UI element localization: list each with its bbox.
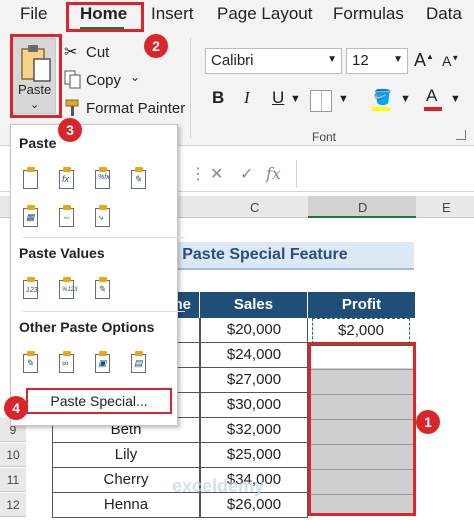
table-row-sales[interactable]: $32,000: [200, 418, 308, 443]
tab-formulas[interactable]: Formulas: [333, 4, 404, 24]
fill-color-button[interactable]: 🪣: [370, 88, 392, 112]
column-header-e[interactable]: E: [442, 200, 451, 215]
menu-divider: [23, 311, 185, 312]
step-badge-2: 2: [144, 34, 168, 58]
menu-section-paste: Paste: [19, 135, 57, 151]
italic-button[interactable]: I: [244, 88, 250, 108]
column-header-d: D: [358, 200, 368, 215]
format-painter-icon: [65, 99, 79, 116]
paste-special-menu-item[interactable]: Paste Special...: [26, 388, 172, 414]
borders-dropdown-caret[interactable]: ▼: [338, 93, 349, 105]
step-badge-1: 1: [416, 410, 440, 434]
paste-button-highlight: [10, 34, 62, 118]
copy-dropdown-caret[interactable]: ⌄: [130, 70, 140, 84]
font-color-swatch: [424, 107, 442, 111]
font-color-letter: A: [426, 86, 438, 105]
more-options-icon[interactable]: ⋮: [190, 164, 206, 184]
borders-icon: [321, 91, 322, 111]
menu-divider: [23, 237, 185, 238]
transpose-icon[interactable]: ⤷: [93, 205, 115, 229]
keep-source-formatting-icon[interactable]: ✎: [129, 167, 151, 191]
tab-insert[interactable]: Insert: [151, 4, 194, 24]
tab-page-layout[interactable]: Page Layout: [217, 4, 312, 24]
scissors-icon: ✂: [64, 44, 78, 61]
tab-file[interactable]: File: [20, 4, 47, 24]
formula-input[interactable]: [296, 160, 472, 188]
underline-dropdown-caret[interactable]: ▼: [290, 93, 301, 105]
step-badge-3: 3: [58, 118, 82, 142]
font-dialog-launcher-icon[interactable]: [456, 130, 466, 140]
font-group-label: Font: [312, 130, 337, 144]
table-row-name[interactable]: Lily: [52, 443, 200, 468]
header-sales-cell[interactable]: Sales: [200, 292, 308, 318]
sheet-title: g Paste Special Feature: [168, 246, 348, 263]
ribbon-group-separator: [190, 38, 191, 138]
paste-values-icon[interactable]: 123: [21, 277, 43, 301]
table-row-sales[interactable]: $30,000: [200, 393, 308, 418]
linked-picture-icon[interactable]: ▤: [129, 351, 151, 375]
table-row-sales[interactable]: $24,000: [200, 343, 308, 368]
column-header-d-highlight[interactable]: D: [308, 196, 416, 218]
table-row-sales[interactable]: $27,000: [200, 368, 308, 393]
no-borders-icon[interactable]: ▦: [21, 205, 43, 229]
column-header-c[interactable]: C: [250, 200, 259, 215]
font-family-value: Calibri: [211, 52, 254, 69]
keep-column-widths-icon[interactable]: ⇔: [57, 205, 79, 229]
increase-font-size-button[interactable]: A▲: [414, 50, 434, 71]
copied-profit-cell[interactable]: $2,000: [312, 318, 410, 344]
confirm-entry-button[interactable]: ✓: [240, 164, 253, 184]
row-header-11[interactable]: 11: [0, 468, 26, 492]
header-profit-cell[interactable]: Profit: [308, 292, 416, 318]
font-family-select[interactable]: Calibri ▼: [205, 48, 342, 74]
watermark-text: exceldemy: [172, 476, 265, 496]
paste-link-icon[interactable]: ∞: [57, 351, 79, 375]
row-header-10[interactable]: 10: [0, 443, 26, 467]
chevron-down-icon: ▼: [393, 54, 403, 65]
cut-button[interactable]: Cut: [86, 44, 109, 61]
decrease-font-size-button[interactable]: A▼: [442, 53, 459, 69]
copy-button[interactable]: Copy: [86, 72, 121, 89]
formatting-icon[interactable]: ✎: [21, 351, 43, 375]
table-row-sales[interactable]: $25,000: [200, 443, 308, 468]
bold-button[interactable]: B: [212, 88, 224, 108]
font-size-select[interactable]: 12 ▼: [346, 48, 408, 74]
picture-icon[interactable]: ▣: [93, 351, 115, 375]
fill-color-swatch: [372, 107, 390, 111]
underline-button[interactable]: U: [272, 88, 284, 108]
tab-data[interactable]: Data: [426, 4, 462, 24]
grow-font-icon: A: [414, 50, 427, 70]
menu-section-other-paste-options: Other Paste Options: [19, 319, 155, 335]
insert-function-button[interactable]: fx: [266, 164, 281, 183]
target-range-highlight: [308, 342, 416, 516]
cancel-entry-button[interactable]: ✕: [210, 164, 223, 184]
paint-bucket-icon: 🪣: [373, 89, 392, 106]
format-painter-button[interactable]: Format Painter: [86, 100, 185, 117]
table-row-sales[interactable]: $20,000: [200, 318, 308, 343]
paste-formulas-icon[interactable]: fx: [57, 167, 79, 191]
shrink-font-icon: A: [442, 53, 452, 69]
paste-options-menu: Paste fx %fx ✎ ▦ ⇔ ⤷ Paste Values 123 %1…: [10, 124, 185, 426]
chevron-down-icon: ▼: [327, 54, 337, 65]
values-source-formatting-icon[interactable]: ✎: [93, 277, 115, 301]
menu-section-paste-values: Paste Values: [19, 245, 105, 261]
font-size-value: 12: [352, 52, 369, 69]
font-color-dropdown-caret[interactable]: ▼: [450, 93, 461, 105]
font-color-button[interactable]: A: [422, 86, 442, 112]
row-header-12[interactable]: 12: [0, 493, 26, 517]
step-badge-4: 4: [4, 396, 28, 420]
home-tab-highlight: [66, 2, 144, 32]
copy-icon: [64, 70, 81, 89]
borders-button[interactable]: [310, 90, 332, 112]
values-number-format-icon[interactable]: %123: [57, 277, 79, 301]
paste-icon[interactable]: [21, 167, 43, 191]
paste-formulas-number-icon[interactable]: %fx: [93, 167, 115, 191]
fill-color-dropdown-caret[interactable]: ▼: [400, 93, 411, 105]
